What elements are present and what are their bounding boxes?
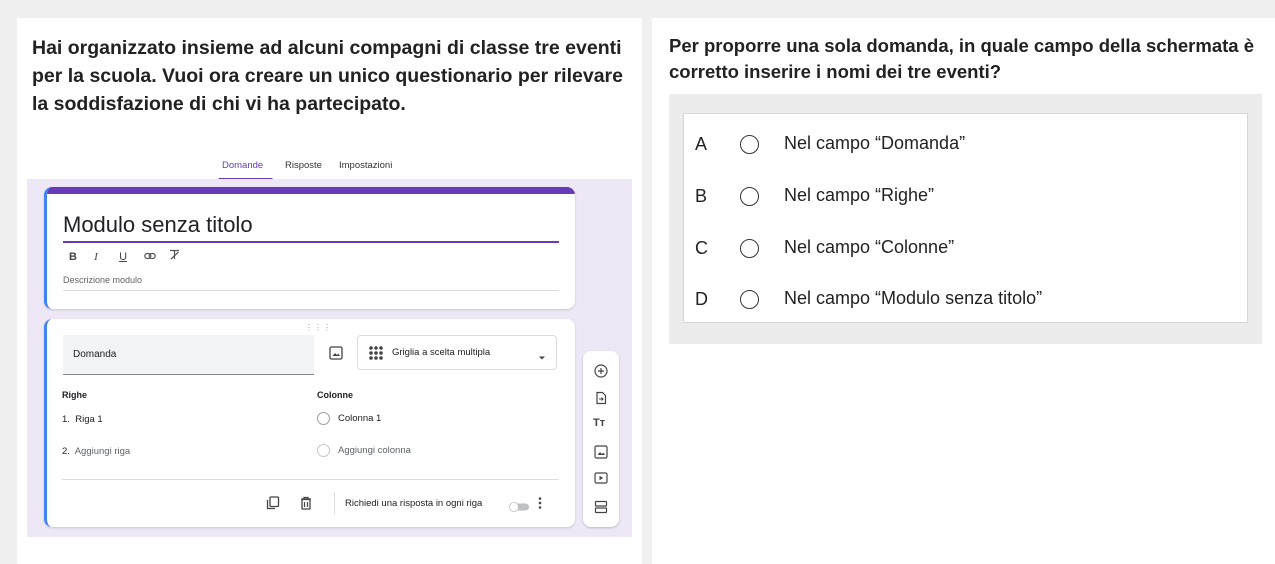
options-container: A Nel campo “Domanda” B Nel campo “Righe… (669, 94, 1262, 344)
question-type-label: Griglia a scelta multipla (392, 347, 491, 358)
footer-vertical-divider (334, 492, 335, 514)
tab-impostazioni[interactable]: Impostazioni (339, 160, 392, 171)
card-footer-divider (62, 479, 559, 480)
add-title-icon[interactable]: Tт (593, 417, 609, 431)
radio-button[interactable] (740, 239, 759, 258)
form-title-card: Modulo senza titolo B I U Descrizione mo… (44, 187, 575, 309)
link-icon[interactable] (144, 251, 166, 263)
title-underline (63, 241, 559, 243)
tab-domande[interactable]: Domande (222, 160, 263, 171)
add-row-label: Aggiungi riga (74, 446, 131, 457)
row-label: Riga 1 (75, 414, 103, 425)
option-letter: C (695, 238, 708, 258)
description-underline (63, 290, 559, 291)
required-toggle[interactable] (509, 499, 531, 512)
trash-icon[interactable] (299, 496, 313, 510)
option-a[interactable]: A Nel campo “Domanda” (684, 129, 1247, 159)
row-number: 2. (62, 446, 70, 457)
add-section-icon[interactable] (594, 500, 608, 514)
caret-down-icon (538, 349, 546, 360)
form-title-input[interactable]: Modulo senza titolo (63, 212, 253, 238)
import-questions-icon[interactable] (594, 391, 608, 405)
tab-risposte[interactable]: Risposte (285, 160, 322, 171)
clear-format-icon[interactable] (169, 249, 191, 263)
radio-icon (317, 412, 330, 425)
option-d[interactable]: D Nel campo “Modulo senza titolo” (684, 284, 1247, 314)
options-list: A Nel campo “Domanda” B Nel campo “Righe… (683, 113, 1248, 323)
radio-button[interactable] (740, 290, 759, 309)
bold-button[interactable]: B (69, 251, 91, 263)
italic-button[interactable]: I (94, 251, 116, 263)
grid-icon (368, 345, 384, 361)
radio-button[interactable] (740, 135, 759, 154)
question-title-placeholder: Domanda (73, 349, 117, 360)
underline-button[interactable]: U (119, 251, 141, 263)
add-column-item[interactable]: Aggiungi colonna (317, 444, 411, 457)
option-text: Nel campo “Righe” (784, 185, 935, 205)
drag-handle-icon[interactable]: ⋮⋮⋮ (305, 323, 332, 332)
floating-side-toolbar: Tт (583, 351, 619, 527)
option-letter: A (695, 134, 708, 154)
option-text: Nel campo “Domanda” (784, 133, 966, 153)
add-question-icon[interactable] (594, 364, 608, 378)
question-text: Per proporre una sola domanda, in quale … (669, 35, 1254, 82)
forms-tab-bar: Domande Risposte Impostazioni (17, 160, 642, 181)
add-column-label: Aggiungi colonna (338, 445, 411, 456)
format-toolbar: B I U (69, 249, 191, 265)
columns-header: Colonne (317, 390, 353, 400)
grid-row-item[interactable]: 1. Riga 1 (62, 414, 103, 425)
left-panel: Hai organizzato insieme ad alcuni compag… (17, 18, 642, 564)
option-text: Nel campo “Colonne” (784, 237, 955, 257)
add-video-icon[interactable] (594, 471, 608, 485)
right-panel: Per proporre una sola domanda, in quale … (652, 18, 1275, 564)
option-b[interactable]: B Nel campo “Righe” (684, 181, 1247, 211)
add-image-icon[interactable] (329, 346, 343, 360)
question-card: ⋮⋮⋮ Domanda Griglia a scelta multipla Ri… (44, 319, 575, 527)
required-label: Richiedi una risposta in ogni riga (345, 498, 483, 509)
add-row-item[interactable]: 2. Aggiungi riga (62, 446, 130, 457)
more-options-icon[interactable] (537, 496, 543, 510)
grid-column-item[interactable]: Colonna 1 (317, 412, 381, 425)
column-label: Colonna 1 (338, 413, 382, 424)
question-title-field[interactable]: Domanda (63, 335, 314, 375)
option-text: Nel campo “Modulo senza titolo” (784, 288, 1043, 308)
row-number: 1. (62, 414, 70, 425)
radio-icon (317, 444, 330, 457)
question-context-text: Hai organizzato insieme ad alcuni compag… (32, 37, 623, 115)
question-type-select[interactable]: Griglia a scelta multipla (357, 335, 557, 370)
form-editor-canvas: Modulo senza titolo B I U Descrizione mo… (27, 179, 632, 537)
add-image-icon[interactable] (594, 445, 608, 459)
rows-header: Righe (62, 390, 88, 400)
radio-button[interactable] (740, 187, 759, 206)
duplicate-icon[interactable] (266, 496, 280, 510)
option-c[interactable]: C Nel campo “Colonne” (684, 233, 1247, 263)
form-description-input[interactable]: Descrizione modulo (63, 275, 142, 285)
option-letter: D (695, 289, 708, 309)
title-card-accent-bar (47, 187, 575, 194)
option-letter: B (695, 186, 708, 206)
